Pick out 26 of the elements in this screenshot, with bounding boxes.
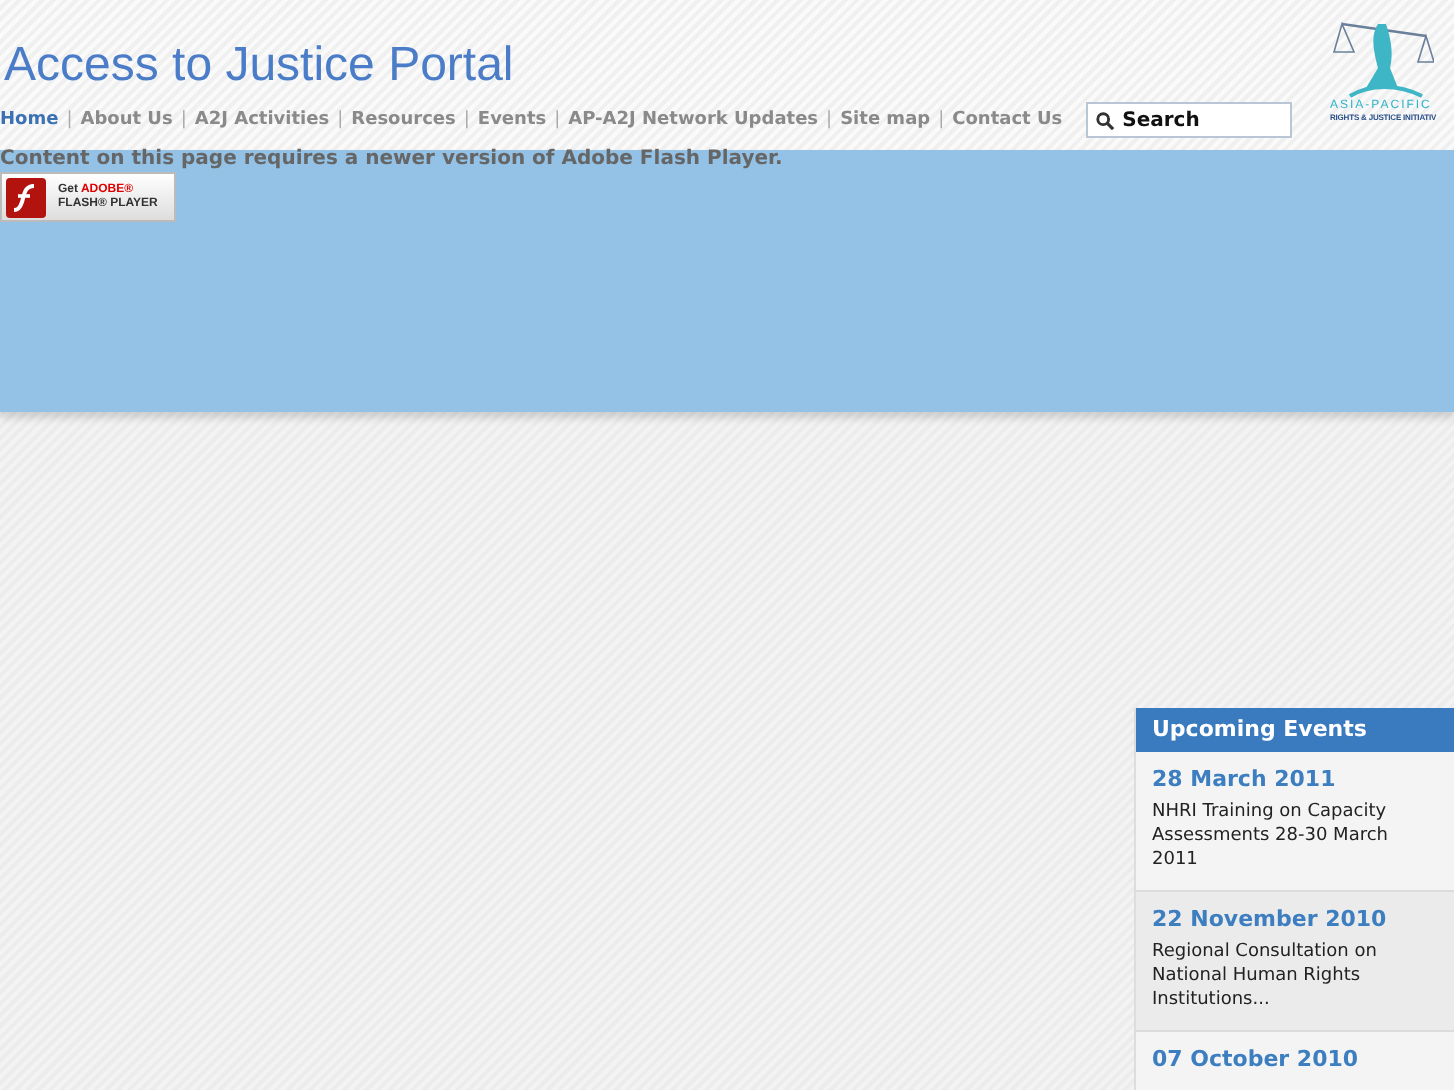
event-description: Regional Consultation on National Human Rights Institutions...: [1152, 940, 1379, 1012]
nav-separator: |: [180, 110, 187, 130]
event-date-link[interactable]: 28 March 2011: [1152, 766, 1438, 792]
nav-link[interactable]: Home: [0, 110, 59, 130]
site-title: Access to Justice Portal: [4, 36, 516, 96]
nav-link[interactable]: About Us: [80, 110, 173, 130]
nav-link[interactable]: Contact Us: [952, 110, 1063, 130]
nav-link[interactable]: AP-A2J Network Updates: [568, 110, 819, 130]
nav-separator: |: [337, 110, 344, 130]
nav-separator: |: [554, 110, 561, 130]
nav-separator: |: [826, 110, 833, 130]
events-heading: Upcoming Events: [1136, 708, 1454, 752]
nav-link[interactable]: Events: [477, 110, 547, 130]
nav-separator: |: [66, 110, 73, 130]
nav-link[interactable]: Site map: [840, 110, 931, 130]
search-icon: [1096, 112, 1115, 130]
event-description: NHRI Training on Capacity Assessments 28-30 March 2011: [1152, 800, 1390, 872]
event-date-link[interactable]: 07 October 2010: [1152, 1046, 1438, 1072]
nav-separator: |: [463, 110, 470, 130]
nav-link[interactable]: A2J Activities: [194, 110, 330, 130]
event-date-link[interactable]: 22 November 2010: [1152, 906, 1438, 932]
flash-notice: Content on this page requires a newer version of Adobe Flash Player.: [0, 150, 785, 170]
nav-separator: |: [938, 110, 945, 130]
nav-link[interactable]: Resources: [351, 110, 456, 130]
search-field[interactable]: Search: [1086, 102, 1293, 138]
flash-logo-icon: [6, 177, 46, 217]
